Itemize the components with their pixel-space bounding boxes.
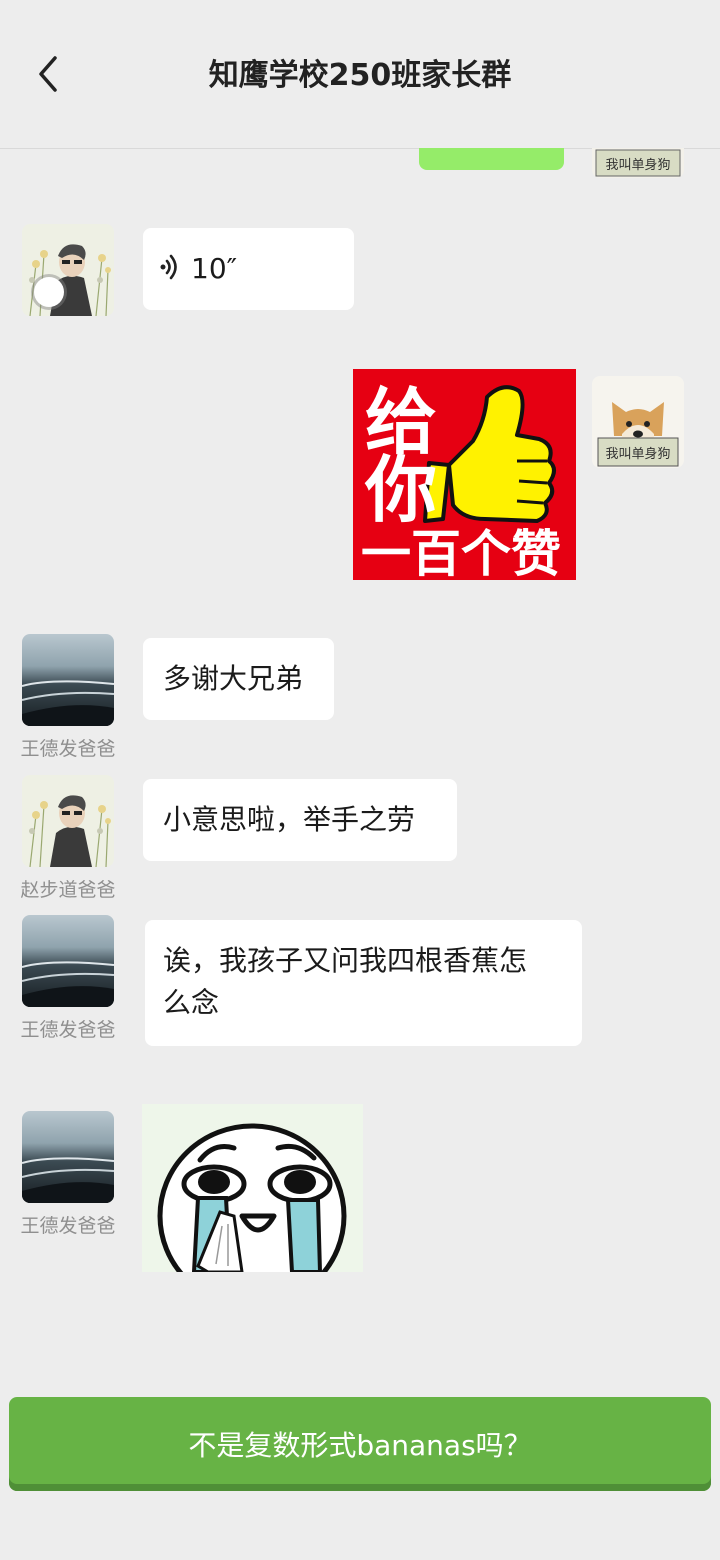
sticker-text-line3: 一百个赞	[361, 525, 561, 580]
message-bubble[interactable]: 诶，我孩子又问我四根香蕉怎 么念	[145, 920, 582, 1046]
avatar-wang[interactable]	[22, 1111, 114, 1203]
chat-header: 知鹰学校250班家长群	[0, 0, 720, 149]
sticker-text-line2: 你	[364, 448, 437, 532]
avatar-zhao[interactable]	[22, 224, 114, 316]
voice-play-indicator	[34, 277, 64, 307]
avatar-caption: 我叫单身狗	[605, 157, 670, 173]
thumbs-up-sticker[interactable]: 给 你 一百个赞	[353, 369, 576, 583]
voice-duration: 10″	[191, 252, 238, 285]
self-avatar-partial[interactable]: 我叫单身狗	[592, 148, 684, 178]
sender-name: 王德发爸爸	[20, 1215, 116, 1237]
avatar-caption: 我叫单身狗	[605, 446, 670, 462]
avatar-zhao[interactable]	[22, 775, 114, 867]
chat-title: 知鹰学校250班家长群	[208, 58, 512, 93]
avatar-wang[interactable]	[22, 634, 114, 726]
avatar-wang[interactable]	[22, 915, 114, 1007]
message-bubble[interactable]: 多谢大兄弟	[143, 638, 334, 720]
self-message-bubble-partial[interactable]	[419, 148, 564, 170]
message-text-line: 么念	[163, 986, 220, 1019]
crying-face-sticker[interactable]	[142, 1104, 363, 1272]
voice-message-bubble[interactable]: 10″	[143, 228, 354, 310]
message-bubble[interactable]: 小意思啦，举手之劳	[143, 779, 457, 861]
chat-screen: 知鹰学校250班家长群 我叫单身狗 10″ 给 你 一百个赞 我叫单身狗 王德发…	[0, 0, 720, 1560]
sender-name: 赵步道爸爸	[20, 879, 116, 901]
sender-name: 王德发爸爸	[20, 1019, 116, 1041]
voice-wave-icon	[160, 254, 177, 280]
sender-name: 王德发爸爸	[20, 738, 116, 760]
message-text-line: 诶，我孩子又问我四根香蕉怎	[163, 944, 528, 977]
self-avatar[interactable]: 我叫单身狗	[592, 376, 684, 468]
reply-suggestion-button[interactable]: 不是复数形式bananas吗？	[9, 1397, 711, 1491]
